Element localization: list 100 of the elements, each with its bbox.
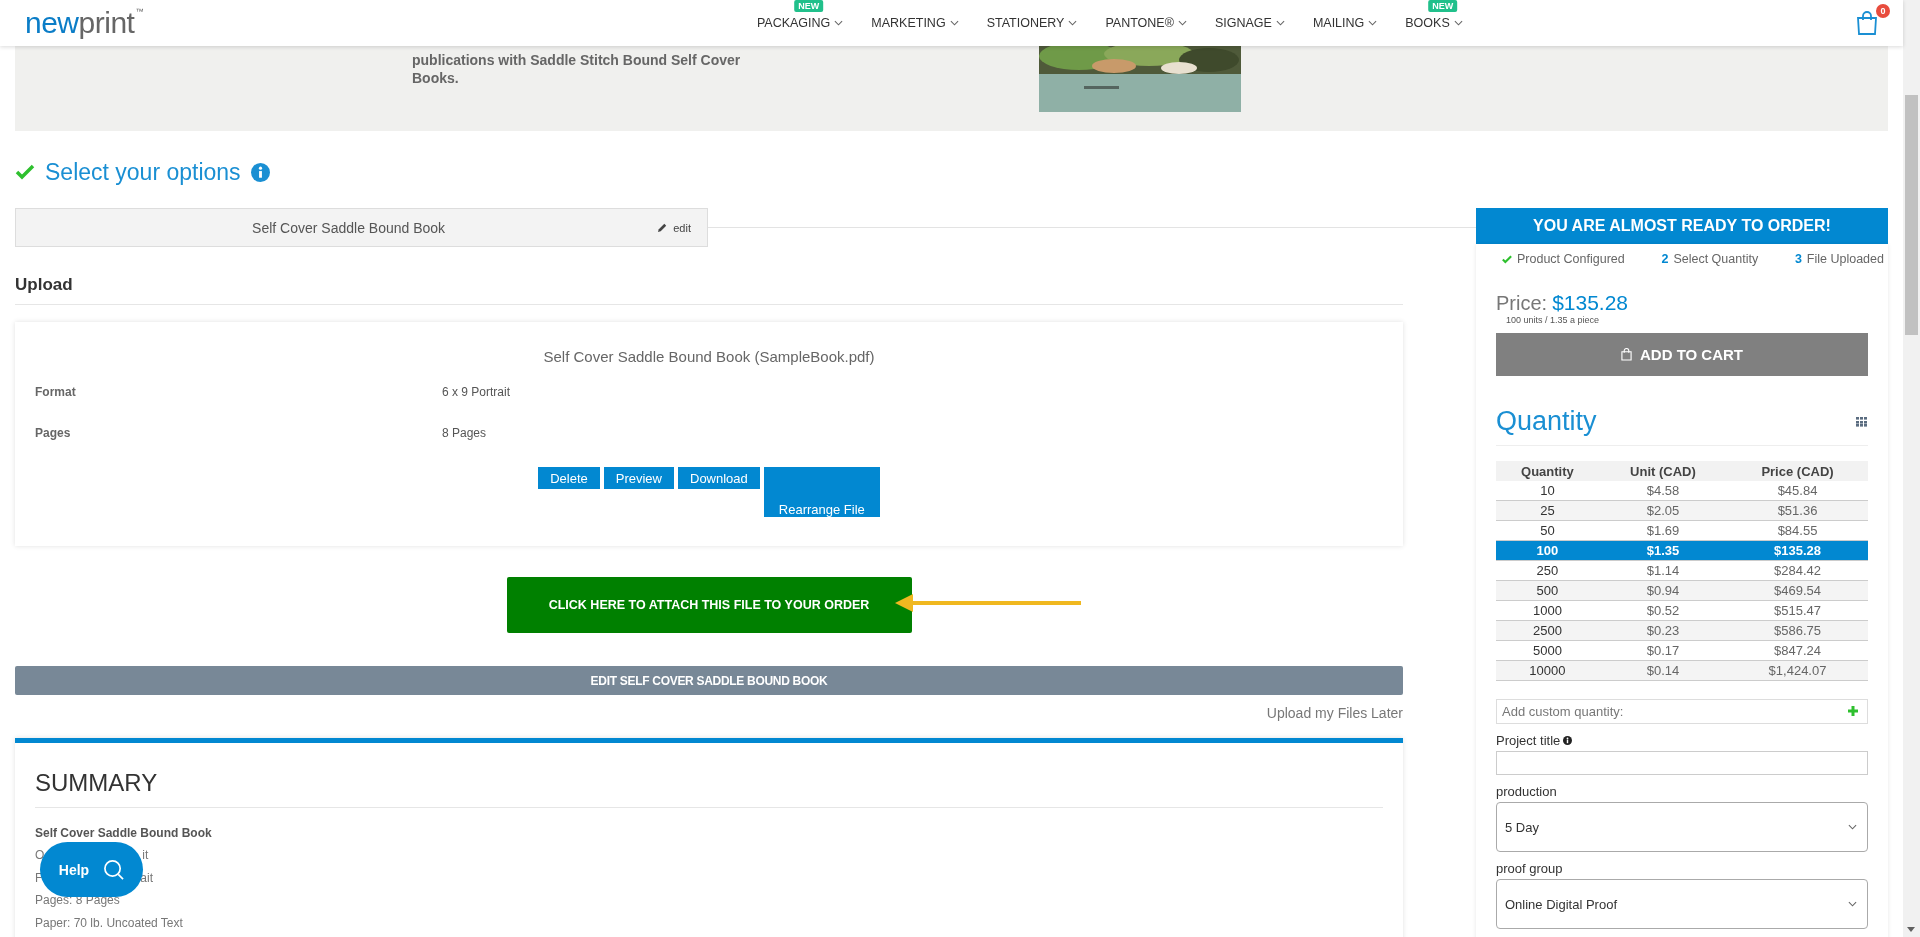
table-cell: $45.84 xyxy=(1727,481,1868,501)
quantity-row[interactable]: 25 $2.05 $51.36 xyxy=(1496,500,1868,521)
chevron-down-icon xyxy=(1848,901,1857,907)
product-name: Self Cover Saddle Bound Book xyxy=(251,219,447,236)
table-cell: 500 xyxy=(1496,580,1599,601)
summary-line: Paper: 70 lb. Uncoated Text xyxy=(35,914,183,932)
scrollbar[interactable] xyxy=(1903,0,1920,937)
table-cell: $135.28 xyxy=(1727,540,1868,561)
scrollbar-thumb[interactable] xyxy=(1905,95,1918,335)
quantity-row[interactable]: 10000 $0.14 $1,424.07 xyxy=(1496,660,1868,681)
custom-quantity-field[interactable]: Add custom quantity: xyxy=(1496,699,1868,724)
check-icon xyxy=(15,164,35,180)
file-action-button[interactable]: Preview xyxy=(603,467,674,489)
step-label: Select Quantity xyxy=(1673,252,1759,266)
nav-item[interactable]: PANTONE® xyxy=(1091,0,1201,46)
logo[interactable]: newprint™ xyxy=(25,8,143,38)
price-detail: 100 units / 1.35 a piece xyxy=(1506,315,1601,325)
dropdown[interactable]: Online Digital Proof xyxy=(1496,879,1868,929)
price-value: $135.28 xyxy=(1552,291,1629,315)
nav-item[interactable]: MARKETING xyxy=(857,0,973,46)
nav-item[interactable]: SIGNAGE xyxy=(1200,0,1299,46)
chevron-down-icon xyxy=(1453,20,1463,26)
table-cell: $1.69 xyxy=(1598,520,1728,541)
file-action-button[interactable]: Delete xyxy=(538,467,600,489)
table-cell: $84.55 xyxy=(1727,520,1868,541)
section-title: Select your options xyxy=(45,158,241,186)
chevron-down-icon xyxy=(1368,20,1378,26)
summary-product: Self Cover Saddle Bound Book xyxy=(35,825,213,842)
attach-file-button[interactable]: CLICK HERE TO ATTACH THIS FILE TO YOUR ORDER xyxy=(506,577,912,633)
search-icon xyxy=(103,859,125,880)
field-label: Project title xyxy=(1496,733,1561,748)
summary-title: SUMMARY xyxy=(35,769,1383,808)
order-banner: YOU ARE ALMOST READY TO ORDER! xyxy=(1476,208,1888,244)
field-label: production xyxy=(1496,784,1557,799)
cart-icon[interactable] xyxy=(1855,10,1879,36)
field-label: proof group xyxy=(1496,861,1563,876)
file-action-button[interactable]: Download xyxy=(678,467,760,489)
quantity-row[interactable]: 2500 $0.23 $586.75 xyxy=(1496,620,1868,641)
table-cell: 5000 xyxy=(1496,640,1599,661)
chevron-down-icon xyxy=(1275,20,1285,26)
table-cell: $847.24 xyxy=(1727,640,1868,661)
quantity-row[interactable]: 250 $1.14 $284.42 xyxy=(1496,560,1868,581)
column-header: Price (CAD) xyxy=(1727,461,1868,481)
spec-value: 8 Pages xyxy=(442,426,488,442)
quantity-row[interactable]: 500 $0.94 $469.54 xyxy=(1496,580,1868,601)
table-cell: $4.58 xyxy=(1598,481,1728,501)
spec-value: 6 x 9 Portrait xyxy=(442,385,512,401)
file-action-button[interactable]: Rearrange File xyxy=(763,467,880,517)
grid-icon[interactable] xyxy=(1856,416,1868,427)
check-icon xyxy=(1502,254,1512,264)
section-heading: Upload xyxy=(15,275,1403,305)
banner-text: publications with Saddle Stitch Bound Self Cover Books. xyxy=(412,51,742,88)
quantity-title: Quantity xyxy=(1496,406,1597,437)
chevron-down-icon xyxy=(1177,20,1187,26)
table-cell: $0.17 xyxy=(1598,640,1728,661)
table-cell: $1,424.07 xyxy=(1727,660,1868,681)
info-icon[interactable] xyxy=(1563,736,1573,745)
edit-product-button[interactable]: EDIT SELF COVER SADDLE BOUND BOOK xyxy=(15,666,1403,695)
table-cell: $586.75 xyxy=(1727,620,1868,641)
step-number: 3 xyxy=(1794,252,1802,266)
column-header: Quantity xyxy=(1496,461,1599,481)
spec-label: Pages xyxy=(35,426,72,442)
chevron-down-icon xyxy=(1848,824,1857,830)
chevron-down-icon xyxy=(949,20,959,26)
table-cell: $1.14 xyxy=(1598,560,1728,581)
cart-count: 0 xyxy=(1876,4,1890,18)
table-cell: $51.36 xyxy=(1727,500,1868,521)
table-cell: 10 xyxy=(1496,481,1599,501)
arrow-icon xyxy=(895,593,1083,613)
quantity-row[interactable]: 50 $1.69 $84.55 xyxy=(1496,520,1868,541)
new-badge: NEW xyxy=(1428,0,1458,12)
project-title-field[interactable] xyxy=(1496,751,1868,775)
scroll-down-icon[interactable] xyxy=(1907,927,1915,932)
table-cell: 25 xyxy=(1496,500,1599,521)
quantity-row[interactable]: 5000 $0.17 $847.24 xyxy=(1496,640,1868,661)
table-cell: 1000 xyxy=(1496,600,1599,621)
quantity-row[interactable]: 10 $4.58 $45.84 xyxy=(1496,481,1868,501)
table-cell: 50 xyxy=(1496,520,1599,541)
pencil-icon xyxy=(657,222,669,233)
price-label: Price: xyxy=(1496,292,1548,315)
table-cell: $515.47 xyxy=(1727,600,1868,621)
nav-item[interactable]: STATIONERY xyxy=(972,0,1092,46)
step-label: File Uploaded xyxy=(1806,252,1884,266)
nav-item[interactable]: MAILING xyxy=(1298,0,1392,46)
chevron-down-icon xyxy=(1068,20,1078,26)
add-to-cart-button[interactable]: ADD TO CART xyxy=(1496,333,1868,376)
quantity-row[interactable]: 100 $1.35 $135.28 xyxy=(1496,540,1868,561)
summary-line: it xyxy=(142,847,149,864)
upload-later-link[interactable]: Upload my Files Later xyxy=(1266,705,1403,721)
table-cell: $284.42 xyxy=(1727,560,1868,581)
table-cell: 100 xyxy=(1496,540,1599,561)
spec-label: Format xyxy=(35,385,77,401)
plus-icon[interactable] xyxy=(1848,706,1858,716)
table-cell: 10000 xyxy=(1496,660,1599,681)
table-cell: $0.52 xyxy=(1598,600,1728,621)
new-badge: NEW xyxy=(794,0,824,12)
quantity-row[interactable]: 1000 $0.52 $515.47 xyxy=(1496,600,1868,621)
edit-link[interactable]: edit xyxy=(651,220,697,235)
chevron-down-icon xyxy=(834,20,844,26)
dropdown[interactable]: 5 Day xyxy=(1496,802,1868,852)
